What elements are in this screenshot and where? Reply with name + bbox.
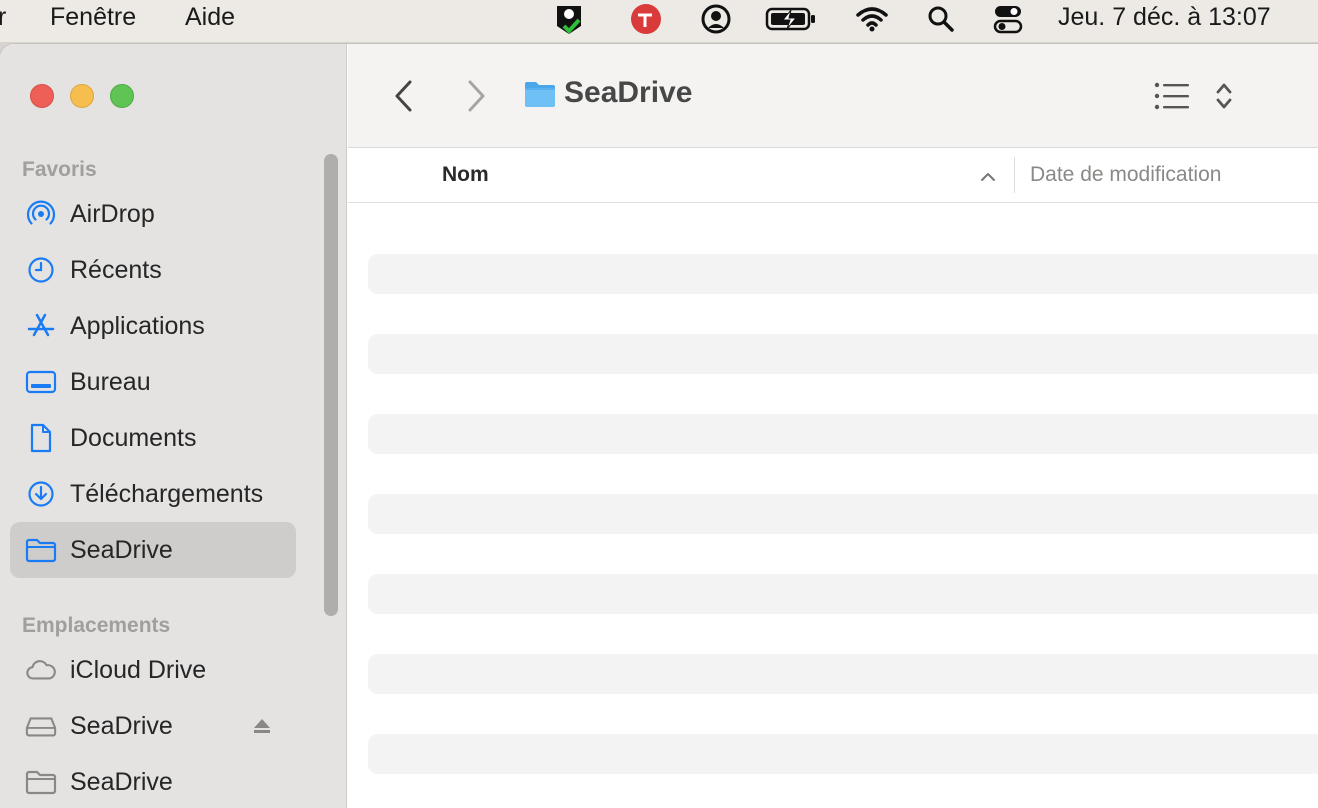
placeholder-row: [368, 494, 1318, 534]
placeholder-row: [368, 254, 1318, 294]
list-view-icon: [1154, 82, 1189, 110]
drive-icon: [25, 710, 57, 742]
sidebar-item-documents[interactable]: Documents: [10, 410, 296, 466]
cloud-icon: [25, 654, 57, 686]
desktop-icon: [25, 366, 57, 398]
folder-icon: [524, 80, 556, 113]
forward-button[interactable]: [456, 76, 496, 116]
clock-icon: [25, 254, 57, 286]
column-header: Nom Date de modification: [348, 149, 1318, 203]
sidebar-item-airdrop[interactable]: AirDrop: [10, 186, 296, 242]
view-options-button[interactable]: [1154, 76, 1234, 116]
sidebar-item-label: SeaDrive: [70, 711, 173, 740]
spotlight-search-icon[interactable]: [922, 2, 960, 36]
zoom-button[interactable]: [110, 84, 134, 108]
placeholder-row: [368, 734, 1318, 774]
applications-icon: [25, 310, 57, 342]
download-icon: [25, 478, 57, 510]
trend-micro-icon[interactable]: [627, 2, 665, 36]
chevron-left-icon: [395, 80, 412, 112]
eject-icon[interactable]: [250, 714, 274, 738]
sidebar-item-label: SeaDrive: [70, 535, 173, 564]
sidebar-item-label: Bureau: [70, 367, 151, 396]
placeholder-row: [368, 654, 1318, 694]
sidebar-item-seadrive-volume[interactable]: SeaDrive: [10, 698, 296, 754]
sidebar-item-icloud-drive[interactable]: iCloud Drive: [10, 642, 296, 698]
sidebar-section-favoris: Favoris: [22, 158, 97, 181]
menu-item-aide[interactable]: Aide: [185, 3, 235, 32]
placeholder-row: [368, 574, 1318, 614]
sidebar-item-bureau[interactable]: Bureau: [10, 354, 296, 410]
menu-item-fenetre[interactable]: Fenêtre: [50, 3, 136, 32]
chevron-right-icon: [468, 80, 485, 112]
column-name-header[interactable]: Nom: [442, 163, 489, 187]
sidebar-section-emplacements: Emplacements: [22, 614, 171, 637]
sidebar-item-label: AirDrop: [70, 199, 155, 228]
sidebar-item-label: Récents: [70, 255, 162, 284]
placeholder-row: [368, 334, 1318, 374]
sidebar-item-label: iCloud Drive: [70, 655, 207, 684]
placeholder-row: [368, 414, 1318, 454]
window-title: SeaDrive: [564, 76, 693, 109]
sidebar-item-telechargements[interactable]: Téléchargements: [10, 466, 296, 522]
menu-bar: r Fenêtre Aide Jeu. 7 déc. à 13:07: [0, 0, 1318, 42]
sidebar-item-recents[interactable]: Récents: [10, 242, 296, 298]
column-date-header[interactable]: Date de modification: [1030, 163, 1221, 187]
sidebar: Favoris AirDrop Récents Applications Bur…: [0, 44, 347, 808]
user-account-icon[interactable]: [697, 2, 735, 36]
sidebar-item-label: SeaDrive: [70, 767, 173, 796]
chevron-up-down-icon: [1216, 83, 1232, 109]
control-center-icon[interactable]: [989, 2, 1027, 36]
sidebar-item-label: Applications: [70, 311, 205, 340]
file-list[interactable]: [348, 204, 1318, 808]
back-button[interactable]: [384, 76, 424, 116]
document-icon: [25, 422, 57, 454]
airdrop-icon: [25, 198, 57, 230]
column-divider[interactable]: [1014, 157, 1015, 193]
menubar-clock[interactable]: Jeu. 7 déc. à 13:07: [1058, 3, 1271, 32]
folder-icon: [25, 534, 57, 566]
sort-ascending-icon[interactable]: [978, 167, 998, 187]
sidebar-item-label: Téléchargements: [70, 479, 264, 508]
seadrive-status-icon[interactable]: [550, 2, 588, 36]
folder-icon: [25, 766, 57, 798]
minimize-button[interactable]: [70, 84, 94, 108]
finder-window: Favoris AirDrop Récents Applications Bur…: [0, 44, 1318, 808]
toolbar: SeaDrive: [348, 44, 1318, 148]
sidebar-item-label: Documents: [70, 423, 197, 452]
menu-item-partial[interactable]: r: [0, 3, 6, 32]
sidebar-scrollbar[interactable]: [324, 154, 338, 616]
close-button[interactable]: [30, 84, 54, 108]
sidebar-item-seadrive-location[interactable]: SeaDrive: [10, 754, 296, 808]
sidebar-item-applications[interactable]: Applications: [10, 298, 296, 354]
battery-charging-icon[interactable]: [765, 2, 817, 36]
wifi-icon[interactable]: [853, 2, 891, 36]
sidebar-item-seadrive-favorite[interactable]: SeaDrive: [10, 522, 296, 578]
